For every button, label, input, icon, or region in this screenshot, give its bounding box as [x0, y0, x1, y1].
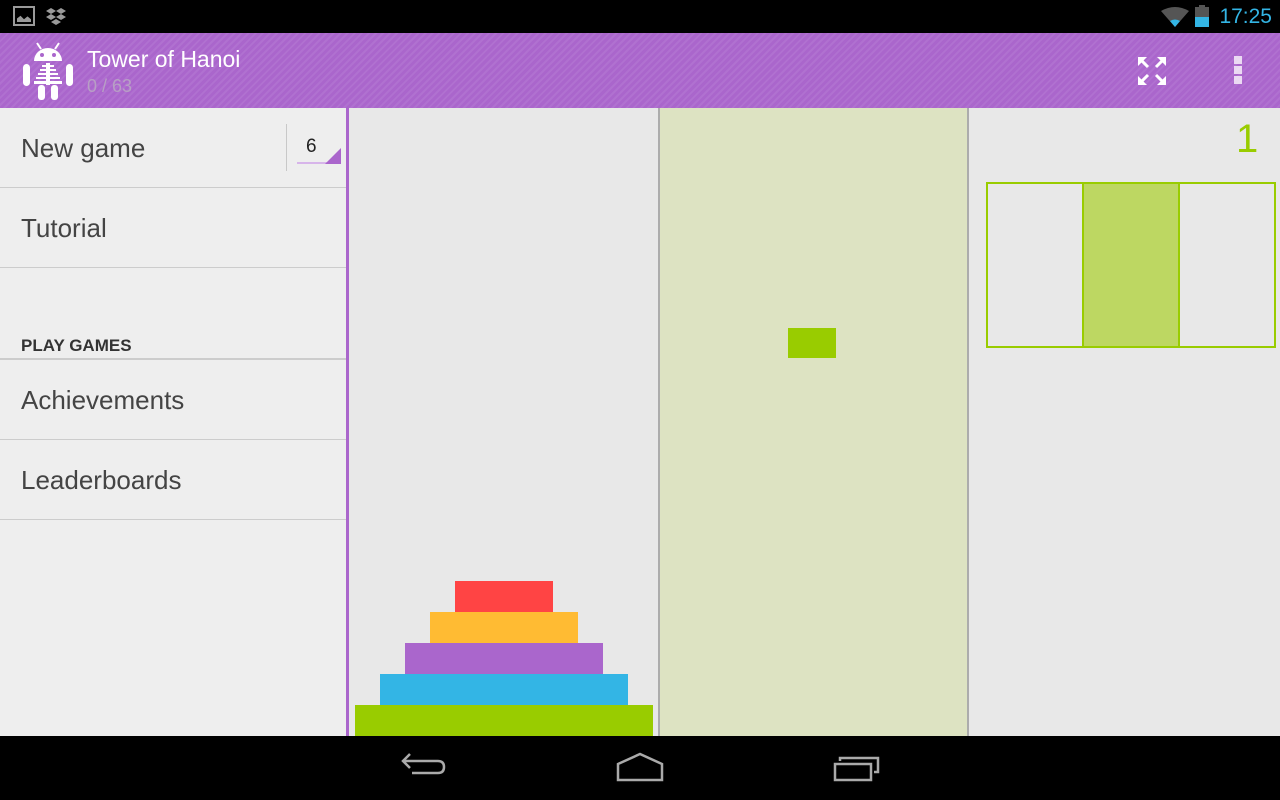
back-icon[interactable] — [400, 752, 450, 784]
app-title: Tower of Hanoi — [87, 46, 241, 72]
tower-minimap — [986, 182, 1276, 348]
achievements-label: Achievements — [21, 385, 185, 415]
dropbox-icon — [46, 8, 66, 25]
disk-size-2[interactable] — [455, 581, 553, 612]
drawer-item-leaderboards[interactable]: Leaderboards — [0, 440, 346, 520]
wifi-icon — [1161, 7, 1189, 27]
disk-size-4 — [405, 643, 603, 674]
disk-size-6 — [355, 705, 653, 736]
tower-1[interactable] — [349, 108, 658, 736]
overflow-menu-icon[interactable] — [1224, 53, 1252, 87]
lifted-disk-size-1[interactable] — [788, 328, 836, 358]
home-icon[interactable] — [614, 752, 666, 784]
section-header-play-games: PLAY GAMES — [21, 336, 132, 355]
tutorial-label: Tutorial — [21, 213, 107, 243]
minimap-cell-1 — [988, 184, 1082, 346]
disk-size-3 — [430, 612, 578, 643]
navigation-drawer: New game 6 Tutorial PLAY GAMES Achieveme… — [0, 108, 346, 736]
fullscreen-icon[interactable] — [1136, 55, 1168, 87]
spinner-dropdown-icon — [325, 148, 341, 164]
image-notification-icon — [13, 6, 35, 26]
drawer-item-tutorial[interactable]: Tutorial — [0, 188, 346, 268]
status-bar: 17:25 — [0, 0, 1280, 33]
new-game-label: New game — [21, 133, 146, 163]
clock: 17:25 — [1219, 5, 1272, 28]
leaderboards-label: Leaderboards — [21, 465, 182, 495]
tower-2[interactable] — [658, 108, 969, 736]
drawer-item-achievements[interactable]: Achievements — [0, 360, 346, 440]
app-logo-icon[interactable] — [22, 41, 74, 101]
move-counter: 1 — [1236, 117, 1259, 161]
divider — [286, 124, 287, 171]
disk-size-5 — [380, 674, 628, 705]
drawer-item-new-game[interactable]: New game 6 — [0, 108, 346, 188]
recents-icon[interactable] — [832, 752, 882, 784]
minimap-cell-3 — [1178, 184, 1274, 346]
disk-count-spinner[interactable]: 6 — [297, 130, 341, 164]
disk-count-value: 6 — [306, 136, 317, 157]
minimap-cell-2 — [1082, 184, 1178, 346]
action-bar: Tower of Hanoi 0 / 63 — [0, 33, 1280, 108]
navigation-bar — [0, 736, 1280, 800]
battery-icon — [1195, 5, 1209, 27]
move-progress: 0 / 63 — [87, 76, 133, 96]
